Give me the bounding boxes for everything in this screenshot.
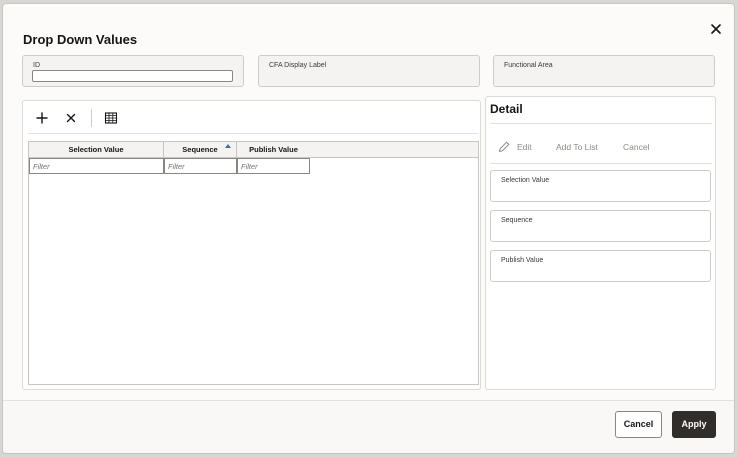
apply-button[interactable]: Apply	[672, 411, 716, 438]
values-table: Selection Value Sequence Publish Value	[28, 141, 479, 385]
cfa-display-label-field: CFA Display Label	[258, 55, 480, 87]
detail-publish-value-label: Publish Value	[501, 257, 544, 264]
id-field: ID	[22, 55, 244, 87]
values-panel: Selection Value Sequence Publish Value	[22, 100, 481, 390]
plus-icon[interactable]	[34, 110, 50, 126]
dialog-title: Drop Down Values	[23, 32, 138, 47]
edit-button[interactable]: Edit	[517, 142, 532, 152]
detail-selection-value-field[interactable]: Selection Value	[490, 170, 711, 202]
cfa-display-label-label: CFA Display Label	[269, 62, 327, 69]
id-input[interactable]	[32, 70, 233, 82]
column-header-publish-value[interactable]: Publish Value	[237, 142, 310, 158]
detail-actions-divider	[490, 163, 712, 164]
detail-selection-value-label: Selection Value	[501, 177, 550, 184]
drop-down-values-dialog: Drop Down Values ID CFA Display Label Fu…	[2, 3, 735, 454]
table-header: Selection Value Sequence Publish Value	[29, 142, 478, 158]
publish-value-filter[interactable]	[237, 158, 310, 174]
cancel-button[interactable]: Cancel	[615, 411, 662, 438]
functional-area-field: Functional Area	[493, 55, 715, 87]
detail-sequence-field[interactable]: Sequence	[490, 210, 711, 242]
functional-area-label: Functional Area	[504, 62, 553, 69]
x-icon[interactable]	[63, 110, 79, 126]
close-icon[interactable]	[708, 21, 724, 37]
detail-cancel-button[interactable]: Cancel	[623, 142, 649, 152]
detail-panel: Detail Edit Add To List Cancel Selection…	[485, 96, 716, 390]
detail-sequence-label: Sequence	[501, 217, 533, 224]
sequence-filter[interactable]	[164, 158, 237, 174]
toolbar-divider	[28, 133, 478, 134]
detail-title: Detail	[490, 102, 523, 116]
selection-value-filter[interactable]	[29, 158, 164, 174]
toolbar-separator	[91, 109, 92, 127]
id-label: ID	[33, 62, 40, 69]
sort-ascending-icon[interactable]	[225, 144, 231, 148]
detail-publish-value-field[interactable]: Publish Value	[490, 250, 711, 282]
pencil-icon[interactable]	[497, 140, 511, 154]
column-header-selection-value[interactable]: Selection Value	[29, 142, 164, 158]
detail-title-divider	[490, 123, 712, 124]
table-icon[interactable]	[103, 110, 119, 126]
add-to-list-button[interactable]: Add To List	[556, 142, 598, 152]
